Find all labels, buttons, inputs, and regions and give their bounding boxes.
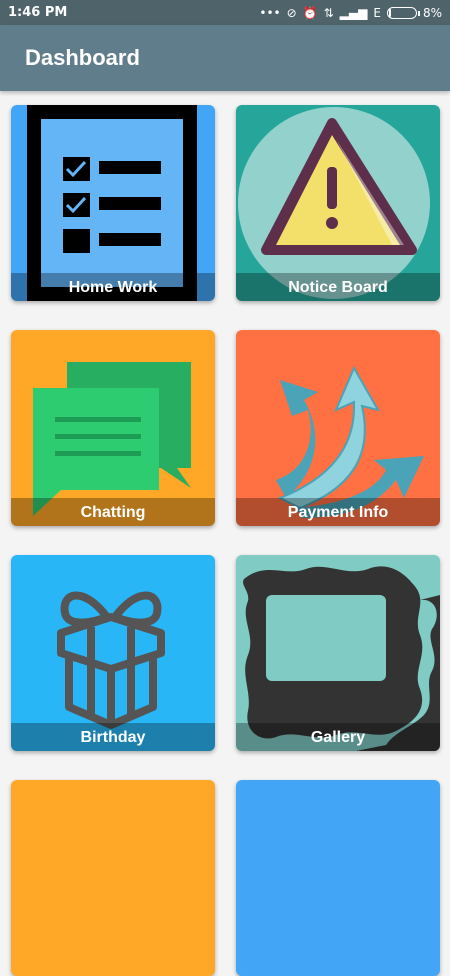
chat-icon [33,362,191,516]
data-arrows-icon: ⇅ [323,5,334,20]
tile-label: Notice Board [236,273,440,301]
warning-icon [238,107,430,299]
tile-partial-right[interactable] [236,780,440,976]
network-type: E [373,5,381,20]
tile-label: Home Work [11,273,215,301]
status-bar: 1:46 PM ••• ⊘ ⏰ ⇅ ▂▄▆ E 8% [0,0,450,25]
tile-payment-info[interactable]: Payment Info [236,330,440,526]
tile-label: Payment Info [236,498,440,526]
tile-partial-left[interactable] [11,780,215,976]
status-icons: ••• ⊘ ⏰ ⇅ ▂▄▆ E 8% [259,5,442,20]
tile-birthday[interactable]: Birthday [11,555,215,751]
tile-gallery[interactable]: Gallery [236,555,440,751]
battery-percent: 8% [422,5,442,20]
vibrate-icon: ⊘ [286,5,297,20]
arrows-icon [276,365,424,518]
status-time: 1:46 PM [8,5,68,20]
signal-icon: ▂▄▆ [339,5,368,20]
tile-label: Gallery [236,723,440,751]
tile-label: Birthday [11,723,215,751]
frame-icon [243,566,440,751]
checklist-icon [27,105,197,301]
page-title: Dashboard [25,45,140,70]
tile-label: Chatting [11,498,215,526]
tile-chatting[interactable]: Chatting [11,330,215,526]
battery-icon [386,6,420,19]
more-dots-icon: ••• [259,5,281,20]
alarm-icon: ⏰ [302,5,318,20]
gift-icon [57,591,165,729]
tile-notice-board[interactable]: Notice Board [236,105,440,301]
app-bar: Dashboard [0,25,450,91]
tile-home-work[interactable]: Home Work [11,105,215,301]
